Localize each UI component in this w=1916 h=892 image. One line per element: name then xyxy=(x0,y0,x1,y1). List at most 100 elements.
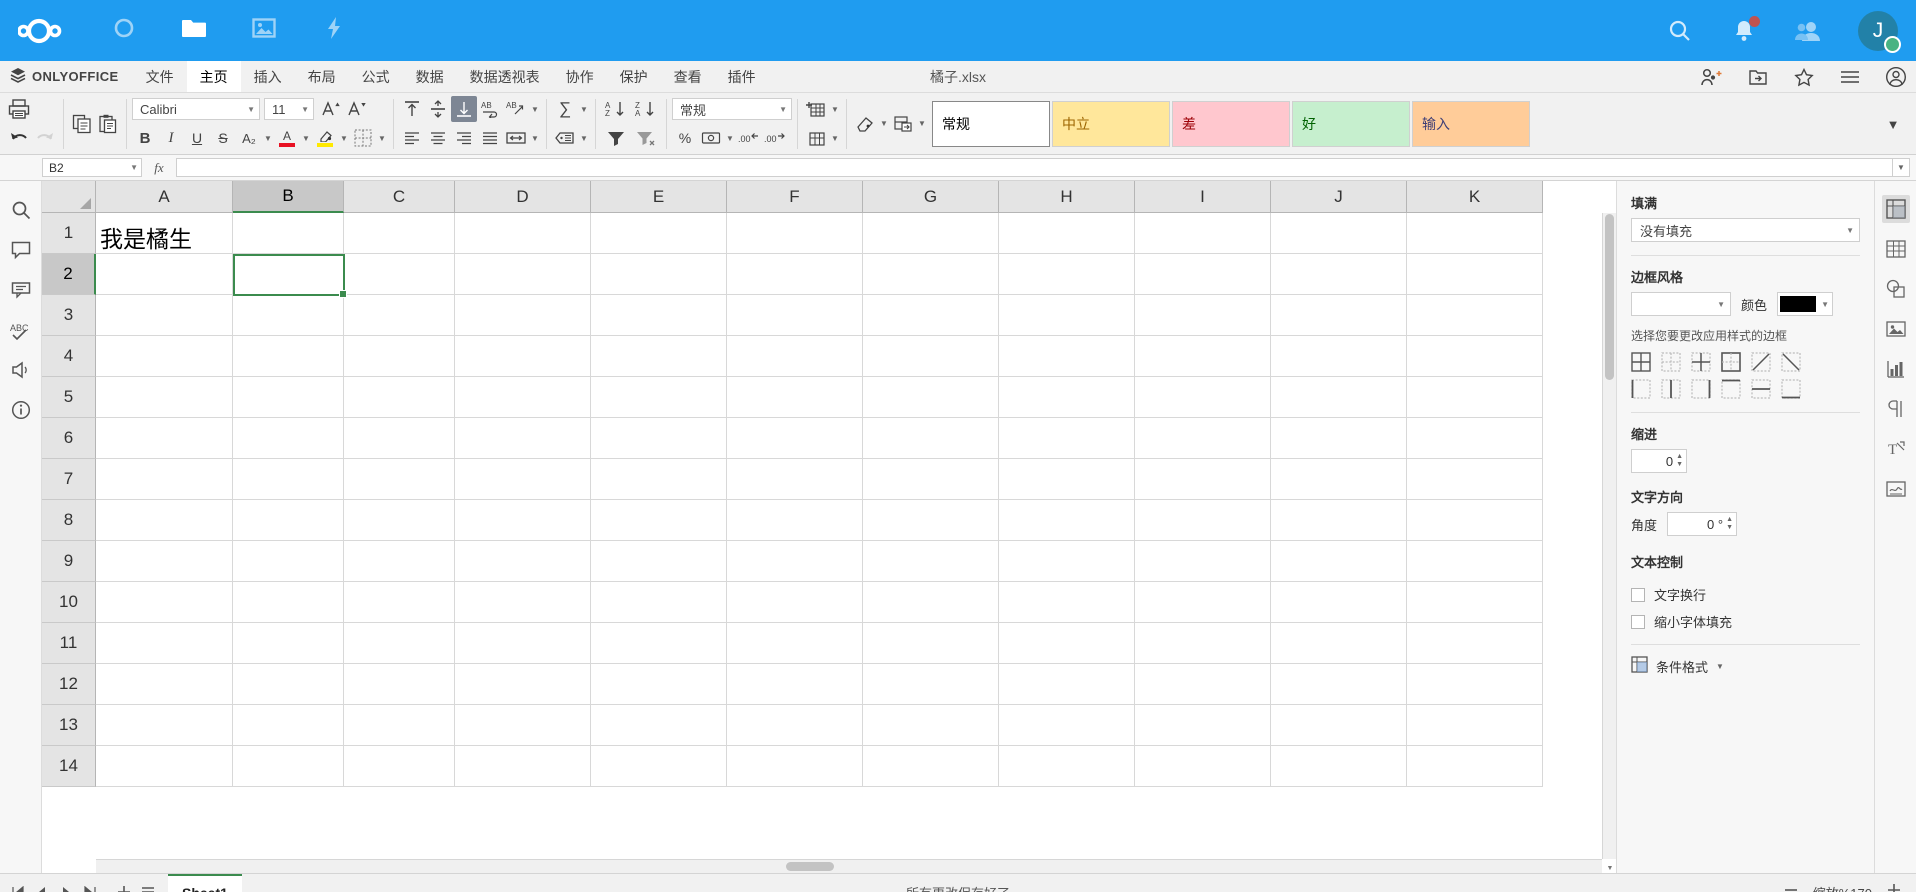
name-box[interactable]: B2 ▼ xyxy=(42,158,142,177)
paste-icon[interactable] xyxy=(95,111,121,137)
select-all-corner[interactable] xyxy=(42,181,96,213)
font-color-button[interactable]: A xyxy=(274,125,300,151)
column-header-C[interactable]: C xyxy=(344,181,455,213)
align-top-icon[interactable] xyxy=(399,96,425,122)
text-orientation-icon[interactable]: AB xyxy=(503,96,529,122)
spreadsheet-grid[interactable]: A B C D E F G H I J K 1 2 3 4 5 6 7 8 9 … xyxy=(42,181,1616,873)
border-style-select[interactable]: ▼ xyxy=(1631,292,1731,316)
border-color-select[interactable]: ▼ xyxy=(1777,292,1834,316)
column-header-J[interactable]: J xyxy=(1271,181,1407,213)
column-header-B[interactable]: B xyxy=(233,181,344,213)
font-name-input[interactable]: Calibri ▼ xyxy=(132,98,260,120)
chevron-down-icon[interactable]: ▼ xyxy=(376,125,388,151)
tab-view[interactable]: 查看 xyxy=(661,61,715,92)
clear-format-icon[interactable] xyxy=(852,111,878,137)
currency-format-icon[interactable] xyxy=(698,125,724,151)
chevron-down-icon[interactable]: ▼ xyxy=(338,125,350,151)
vertical-scrollbar[interactable]: ▼ xyxy=(1602,213,1616,872)
chevron-down-icon[interactable]: ▼ xyxy=(578,96,590,122)
percent-format-button[interactable]: % xyxy=(672,125,698,151)
column-header-F[interactable]: F xyxy=(727,181,863,213)
tab-insert[interactable]: 插入 xyxy=(241,61,295,92)
row-header-7[interactable]: 7 xyxy=(42,459,96,500)
align-right-icon[interactable] xyxy=(451,125,477,151)
next-sheet-icon[interactable] xyxy=(56,882,76,892)
row-header-10[interactable]: 10 xyxy=(42,582,96,623)
style-normal[interactable]: 常规 xyxy=(932,100,1050,147)
filter-icon[interactable] xyxy=(601,125,631,151)
tab-formula[interactable]: 公式 xyxy=(349,61,403,92)
cell-A1[interactable]: 我是橘生 xyxy=(96,213,233,254)
number-format-select[interactable]: 常规 ▼ xyxy=(672,98,792,120)
row-header-1[interactable]: 1 xyxy=(42,213,96,254)
chevron-down-icon[interactable]: ▼ xyxy=(829,125,841,151)
notifications-bell-icon[interactable] xyxy=(1730,15,1760,45)
angle-stepper[interactable]: 0 ° ▲ ▼ xyxy=(1667,512,1738,536)
shrink-to-fit-checkbox-row[interactable]: 缩小字体填充 xyxy=(1631,612,1860,631)
borders-icon[interactable] xyxy=(350,125,376,151)
subscript-button[interactable]: A₂ xyxy=(236,125,262,151)
highlight-color-button[interactable] xyxy=(312,125,338,151)
top-border-icon[interactable] xyxy=(1721,379,1741,399)
search-icon[interactable] xyxy=(1666,17,1694,45)
wrap-text-checkbox-row[interactable]: 文字换行 xyxy=(1631,585,1860,604)
row-header-5[interactable]: 5 xyxy=(42,377,96,418)
chart-settings-icon[interactable] xyxy=(1882,355,1910,383)
style-input[interactable]: 输入 xyxy=(1412,100,1530,147)
tab-layout[interactable]: 布局 xyxy=(295,61,349,92)
left-border-icon[interactable] xyxy=(1631,379,1651,399)
column-header-K[interactable]: K xyxy=(1407,181,1543,213)
decrease-font-icon[interactable] xyxy=(344,96,370,122)
shape-settings-icon[interactable] xyxy=(1882,275,1910,303)
sort-descending-icon[interactable]: ZA xyxy=(631,96,661,122)
chevron-down-icon[interactable]: ▼ xyxy=(916,111,928,137)
row-header-8[interactable]: 8 xyxy=(42,500,96,541)
nextcloud-logo[interactable] xyxy=(18,17,76,45)
increase-font-icon[interactable] xyxy=(318,96,344,122)
cell-area[interactable]: 我是橘生 xyxy=(96,213,1543,787)
tab-home[interactable]: 主页 xyxy=(186,61,241,92)
sort-ascending-icon[interactable]: AZ xyxy=(601,96,631,122)
print-icon[interactable] xyxy=(6,96,32,122)
sheet-list-icon[interactable] xyxy=(138,882,158,892)
first-sheet-icon[interactable] xyxy=(8,882,28,892)
bold-button[interactable]: B xyxy=(132,125,158,151)
row-header-4[interactable]: 4 xyxy=(42,336,96,377)
delete-cells-icon[interactable] xyxy=(803,125,829,151)
insert-function-icon[interactable]: fx xyxy=(142,160,176,176)
row-header-3[interactable]: 3 xyxy=(42,295,96,336)
feedback-icon[interactable] xyxy=(8,357,34,383)
column-header-D[interactable]: D xyxy=(455,181,591,213)
vertical-scroll-thumb[interactable] xyxy=(1605,214,1614,380)
chevron-down-icon[interactable]: ▼ xyxy=(1716,662,1724,671)
expand-ribbon-icon[interactable]: ▼ xyxy=(1880,111,1906,137)
column-header-A[interactable]: A xyxy=(96,181,233,213)
hamburger-menu-icon[interactable] xyxy=(1838,65,1862,89)
conditional-formatting-row[interactable]: 条件格式 ▼ xyxy=(1631,656,1860,676)
spellcheck-icon[interactable]: ABC xyxy=(8,317,34,343)
merge-cells-icon[interactable] xyxy=(503,125,529,151)
tab-plugins[interactable]: 插件 xyxy=(715,61,769,92)
contacts-icon[interactable] xyxy=(1794,17,1822,45)
horizontal-scroll-thumb[interactable] xyxy=(786,862,834,871)
autosum-button[interactable]: ∑ xyxy=(552,96,578,122)
stepper-arrows-icon[interactable]: ▲ ▼ xyxy=(1676,453,1683,469)
table-settings-icon[interactable] xyxy=(1882,235,1910,263)
row-header-6[interactable]: 6 xyxy=(42,418,96,459)
user-account-icon[interactable] xyxy=(1884,65,1908,89)
nav-activity[interactable] xyxy=(314,11,354,51)
fill-series-icon[interactable] xyxy=(890,111,916,137)
tab-data[interactable]: 数据 xyxy=(403,61,457,92)
diagonal-down-border-icon[interactable] xyxy=(1781,352,1801,372)
paragraph-settings-icon[interactable] xyxy=(1882,395,1910,423)
align-left-icon[interactable] xyxy=(399,125,425,151)
formula-input[interactable] xyxy=(176,158,1892,177)
decrease-decimal-icon[interactable]: .00 xyxy=(736,125,762,151)
about-icon[interactable] xyxy=(8,397,34,423)
row-header-14[interactable]: 14 xyxy=(42,746,96,787)
scroll-down-icon[interactable]: ▼ xyxy=(1603,861,1616,873)
chevron-down-icon[interactable]: ▼ xyxy=(529,96,541,122)
italic-button[interactable]: I xyxy=(158,125,184,151)
image-settings-icon[interactable] xyxy=(1882,315,1910,343)
align-bottom-icon[interactable] xyxy=(451,96,477,122)
